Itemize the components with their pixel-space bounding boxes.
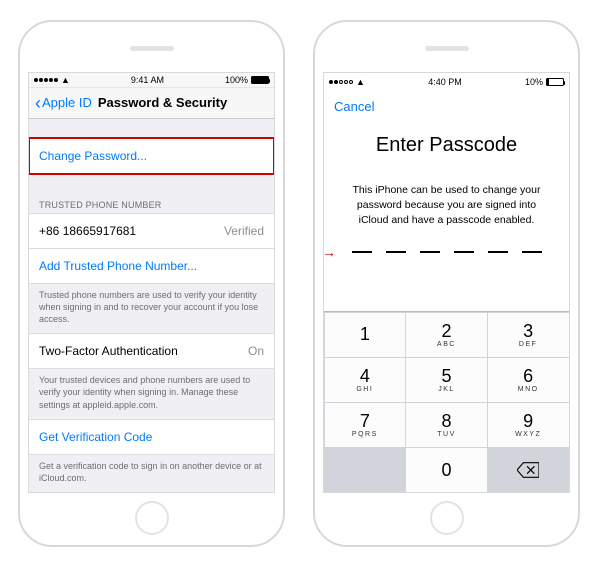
navbar: Cancel [324,90,569,122]
key-blank [325,448,406,492]
battery-pct: 10% [525,77,543,87]
two-factor-value: On [248,344,264,358]
page-title: Password & Security [98,95,227,110]
trusted-footer: Trusted phone numbers are used to verify… [29,284,274,333]
key-3[interactable]: 3DEF [488,313,569,357]
status-bar: ▲ 4:40 PM 10% [324,73,569,90]
status-time: 4:40 PM [428,77,462,87]
add-trusted-cell[interactable]: Add Trusted Phone Number... [29,249,274,284]
screen-left: ▲ 9:41 AM 100% ‹ Apple ID Password & Sec… [28,72,275,493]
phone-speaker [130,46,174,51]
two-factor-footer: Your trusted devices and phone numbers a… [29,369,274,418]
add-trusted-label: Add Trusted Phone Number... [39,259,197,273]
phone-number: +86 18665917681 [39,224,136,238]
two-factor-cell[interactable]: Two-Factor Authentication On [29,333,274,369]
back-label: Apple ID [42,95,92,110]
screen-right: ▲ 4:40 PM 10% Cancel Enter Passcode This… [323,72,570,493]
two-factor-label: Two-Factor Authentication [39,344,178,358]
get-code-cell[interactable]: Get Verification Code [29,419,274,455]
keypad-row-4: 0 [324,447,569,492]
back-button[interactable]: ‹ Apple ID [35,94,92,112]
signal-indicator: ▲ [329,77,365,87]
key-6[interactable]: 6MNO [488,358,569,402]
status-bar: ▲ 9:41 AM 100% [29,73,274,88]
key-1[interactable]: 1 [325,313,406,357]
chevron-left-icon: ‹ [35,94,41,112]
trusted-phone-cell[interactable]: +86 18665917681 Verified [29,213,274,249]
get-code-label: Get Verification Code [39,430,152,444]
key-0[interactable]: 0 [406,448,487,492]
signal-dots [329,80,353,84]
passcode-description: This iPhone can be used to change your p… [324,157,569,245]
key-delete[interactable] [488,448,569,492]
battery-pct: 100% [225,75,248,85]
key-7[interactable]: 7PQRS [325,403,406,447]
get-code-footer: Get a verification code to sign in on an… [29,455,274,492]
backspace-icon [517,462,539,478]
arrow-right-icon: → [323,244,336,260]
signal-indicator: ▲ [34,75,70,85]
wifi-icon: ▲ [61,75,70,85]
navbar: ‹ Apple ID Password & Security [29,88,274,118]
home-button[interactable] [430,501,464,535]
key-8[interactable]: 8TUV [406,403,487,447]
cancel-button[interactable]: Cancel [334,99,374,114]
keypad-row-2: 4GHI 5JKL 6MNO [324,357,569,402]
passcode-field[interactable] [324,251,569,253]
key-9[interactable]: 9WXYZ [488,403,569,447]
page-title: Enter Passcode [324,134,569,157]
phone-status: Verified [224,224,264,238]
change-password-label: Change Password... [39,149,147,163]
home-button[interactable] [135,501,169,535]
battery-indicator: 100% [225,75,269,85]
battery-icon [546,78,564,86]
status-time: 9:41 AM [131,75,164,85]
wifi-icon: ▲ [356,77,365,87]
numeric-keypad: 1 2ABC 3DEF 4GHI 5JKL 6MNO 7PQRS 8TUV 9W… [324,311,569,492]
passcode-input-row: → [324,251,569,253]
phone-left: ▲ 9:41 AM 100% ‹ Apple ID Password & Sec… [18,20,285,547]
keypad-row-1: 1 2ABC 3DEF [324,312,569,357]
phone-right: ▲ 4:40 PM 10% Cancel Enter Passcode This… [313,20,580,547]
keypad-row-3: 7PQRS 8TUV 9WXYZ [324,402,569,447]
battery-icon [251,76,269,84]
key-2[interactable]: 2ABC [406,313,487,357]
key-5[interactable]: 5JKL [406,358,487,402]
signal-dots [34,78,58,82]
trusted-section-header: TRUSTED PHONE NUMBER [29,194,274,213]
battery-indicator: 10% [525,77,564,87]
key-4[interactable]: 4GHI [325,358,406,402]
phone-speaker [425,46,469,51]
change-password-cell[interactable]: Change Password... [29,138,274,174]
